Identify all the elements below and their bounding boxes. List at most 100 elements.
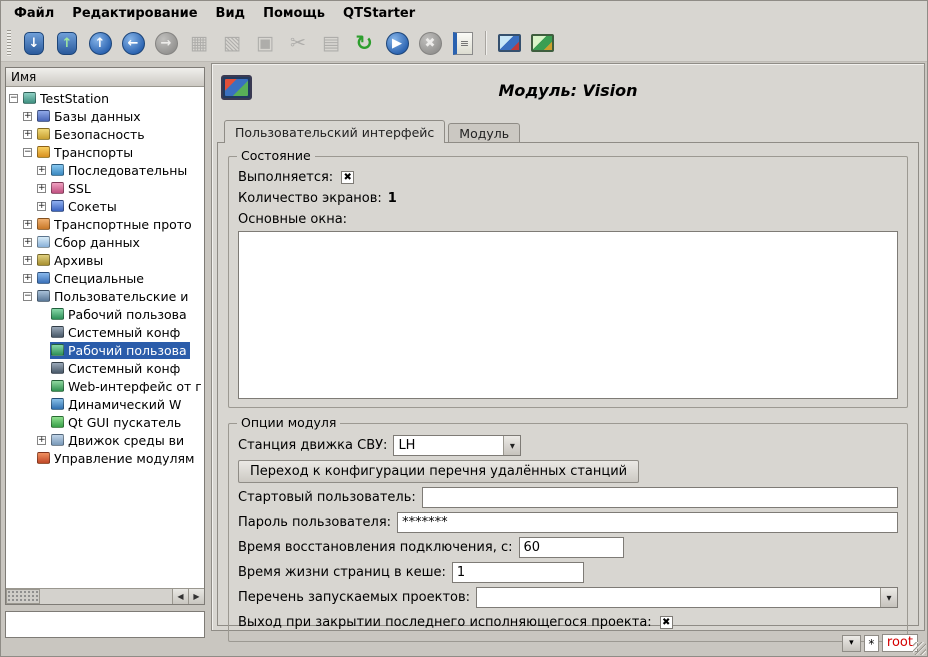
tree-item[interactable]: − Пользовательские и [6,287,204,305]
databases-icon [37,110,50,122]
main-windows-list[interactable] [238,231,898,399]
tree-item[interactable]: +Специальные [6,269,204,287]
tab-module[interactable]: Модуль [448,123,520,143]
add-item-icon: ▦ [185,29,213,57]
app-window: ФайлРедактированиеВидПомощьQTStarter ↓↑↑… [0,0,928,657]
sockets-icon [51,200,64,212]
expander-icon[interactable]: − [23,148,32,157]
qtcfg-icon [51,326,64,338]
tree-item[interactable]: +SSL [6,179,204,197]
chevron-down-icon [886,590,891,605]
expander-icon[interactable]: + [37,184,46,193]
tree-item[interactable]: Системный конф [6,323,204,341]
menu-view[interactable]: Вид [207,3,255,24]
menu-file[interactable]: Файл [5,3,63,24]
expander-icon[interactable]: + [23,274,32,283]
save-to-db-icon[interactable]: ↑ [53,29,81,57]
tree-item[interactable]: +Движок среды ви [6,431,204,449]
tree-horizontal-scrollbar[interactable] [6,588,204,604]
stop-update-icon: ✖ [416,29,444,57]
tree-item[interactable]: Рабочий пользова [6,305,204,323]
main-windows-label: Основные окна: [238,212,347,227]
reconnect-time-input[interactable] [519,537,624,558]
archives-icon [37,254,50,266]
tree-item-label: Сбор данных [54,235,140,250]
expander-icon[interactable]: + [23,220,32,229]
refresh-icon[interactable]: ↻ [350,29,378,57]
transports-icon [37,146,50,158]
station-combobox[interactable]: LH [393,435,521,456]
expander-icon[interactable]: − [9,94,18,103]
tree-item-label: Пользовательские и [54,289,188,304]
up-level-icon[interactable]: ↑ [86,29,114,57]
menu-qtstarter[interactable]: QTStarter [334,3,424,24]
expander-icon[interactable]: + [23,112,32,121]
exit-on-close-label: Выход при закрытии последнего исполняюще… [238,615,652,630]
tree-item-label: Динамический W [68,397,181,412]
left-panel-input[interactable] [5,611,205,638]
start-user-input[interactable] [422,487,898,508]
qtcfg-launcher-icon[interactable] [528,29,556,57]
tree-item[interactable]: +Последовательны [6,161,204,179]
vision-icon [51,344,64,356]
tree-item-label: Управление модулям [54,451,194,466]
tree-item[interactable]: Динамический W [6,395,204,413]
copy-item-icon: ▣ [251,29,279,57]
tree-item[interactable]: + Сокеты [6,197,204,215]
station-combobox-button[interactable] [503,436,520,455]
paste-item-icon: ▤ [317,29,345,57]
expander-icon[interactable]: + [23,238,32,247]
qtstarter-icon [51,416,64,428]
running-checkbox[interactable]: ✖ [341,171,354,184]
reconnect-time-label: Время восстановления подключения, с: [238,540,513,555]
password-input[interactable] [397,512,898,533]
status-dropdown[interactable] [842,635,861,652]
expander-icon[interactable]: + [37,166,46,175]
tree-item[interactable]: Рабочий пользова [6,341,204,359]
expander-icon[interactable]: + [23,256,32,265]
expander-icon[interactable]: + [37,202,46,211]
tree-item[interactable]: − Транспорты [6,143,204,161]
tree-item[interactable]: −TestStation [6,89,204,107]
expander-icon[interactable]: + [23,130,32,139]
tree-item[interactable]: Управление модулям [6,449,204,467]
tree-item[interactable]: +Безопасность [6,125,204,143]
tree-item-label: Qt GUI пускатель [68,415,181,430]
tree-item-label: Сокеты [68,199,117,214]
start-update-icon[interactable]: ▶ [383,29,411,57]
start-user-label: Стартовый пользователь: [238,490,416,505]
tree-item[interactable]: Qt GUI пускатель [6,413,204,431]
expander-icon[interactable]: − [23,292,32,301]
vision-launcher-icon[interactable] [495,29,523,57]
projects-combobox-button[interactable] [880,588,897,607]
scroll-left-icon[interactable] [172,589,188,604]
remote-stations-button[interactable]: Переход к конфигурации перечня удалённых… [238,460,639,483]
menu-help[interactable]: Помощь [254,3,334,24]
state-group: Состояние Выполняется: ✖ Количество экра… [228,156,908,408]
vision-module-icon-screen [225,79,248,96]
tab-user-interface[interactable]: Пользовательский интерфейс [224,120,445,143]
projects-combobox[interactable] [476,587,898,608]
tree-item[interactable]: Системный конф [6,359,204,377]
menu-edit[interactable]: Редактирование [63,3,206,24]
exit-on-close-checkbox[interactable]: ✖ [660,616,673,629]
protocols-icon [37,218,50,230]
tree-item[interactable]: +Базы данных [6,107,204,125]
tree-item[interactable]: Web-интерфейс от п [6,377,204,395]
tree-item[interactable]: +Транспортные прото [6,215,204,233]
scrollbar-thumb[interactable] [6,589,40,604]
tree-item[interactable]: +Архивы [6,251,204,269]
scroll-right-icon[interactable] [188,589,204,604]
toolbar-handle[interactable] [7,30,11,56]
go-back-icon[interactable]: ← [119,29,147,57]
scrollbar-track[interactable] [40,589,172,604]
tree-item-label: Транспорты [54,145,133,160]
toolbar-separator [485,31,487,55]
status-star-button[interactable]: * [864,635,879,652]
resize-grip[interactable] [913,642,926,655]
expander-icon[interactable]: + [37,436,46,445]
manual-icon[interactable]: ≡ [449,29,477,57]
load-from-db-icon[interactable]: ↓ [20,29,48,57]
cache-lifetime-input[interactable] [452,562,584,583]
tree-item[interactable]: + Сбор данных [6,233,204,251]
